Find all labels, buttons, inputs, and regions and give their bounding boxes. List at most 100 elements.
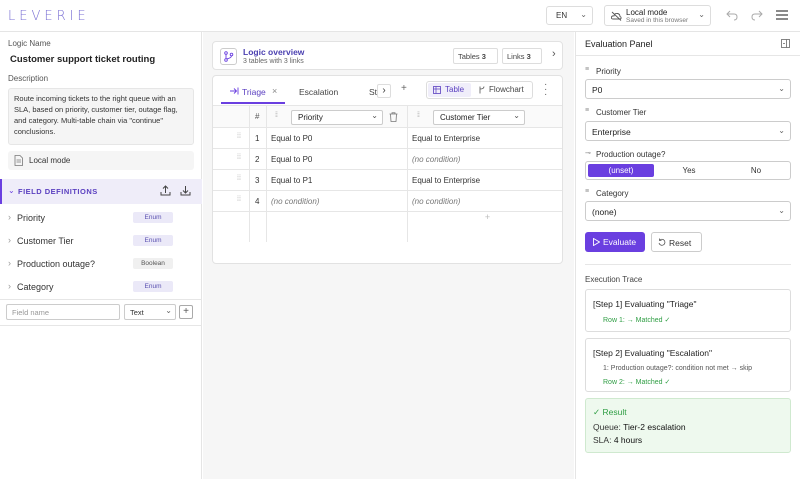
table-view-button[interactable]: Table <box>428 83 471 97</box>
cloud-off-icon <box>611 11 622 21</box>
reset-button[interactable]: Reset <box>651 232 702 252</box>
flowchart-view-button[interactable]: Flowchart <box>474 83 532 97</box>
customer-tier-label: Customer Tier <box>596 108 647 117</box>
tables-count: 3 <box>481 52 486 61</box>
chevron-down-icon: ⌄ <box>8 186 15 195</box>
outage-option-unset[interactable]: (unset) <box>588 164 654 177</box>
row-number: 3 <box>255 176 260 185</box>
tab-label: Triage <box>242 87 266 97</box>
priority-select[interactable]: P0 ⌄ <box>585 79 791 99</box>
tab-escalation[interactable]: Escalation <box>297 80 357 104</box>
production-outage-toggle: (unset) Yes No <box>585 161 791 180</box>
chevron-down-icon: ⌄ <box>165 306 172 315</box>
tab-scroll-right-button[interactable]: › <box>377 84 391 98</box>
category-select[interactable]: (none) ⌄ <box>585 201 791 221</box>
outage-option-no[interactable]: No <box>723 164 789 177</box>
add-field-button[interactable]: + <box>179 305 193 319</box>
drag-handle-icon[interactable]: ⁞⁞ <box>237 196 241 203</box>
local-mode-button[interactable]: Local mode Saved in this browser ⌄ <box>604 5 711 26</box>
table-view-label: Table <box>445 85 465 94</box>
add-row-button[interactable]: + <box>213 212 562 226</box>
outage-option-label: Yes <box>682 166 696 175</box>
new-field-placeholder: Field name <box>12 308 50 317</box>
drag-handle-icon[interactable]: ⁞⁞ <box>237 154 241 161</box>
customer-tier-condition[interactable]: (no condition) <box>412 155 460 164</box>
category-label: Category <box>596 189 629 198</box>
row-number-header: # <box>255 112 260 121</box>
step-skip-line: 1: Production outage?: condition not met… <box>603 365 753 372</box>
links-count-chip[interactable]: Links 3 <box>502 48 542 64</box>
priority-condition[interactable]: Equal to P1 <box>271 176 312 185</box>
chevron-down-icon: ⌄ <box>698 10 705 19</box>
field-row-category[interactable]: › Category Enum <box>0 275 202 298</box>
trash-icon[interactable] <box>389 112 398 122</box>
sla-value: 4 hours <box>613 435 643 445</box>
more-vertical-icon[interactable]: · · · <box>544 80 547 100</box>
branch-icon <box>478 86 486 94</box>
git-branch-icon <box>220 48 237 65</box>
divider <box>585 264 791 265</box>
customer-tier-select[interactable]: Enterprise ⌄ <box>585 121 791 141</box>
app-logo: LEVERIE <box>8 9 90 24</box>
mode-subtitle: Saved in this browser <box>626 17 689 24</box>
logic-overview-card: Logic overview 3 tables with 3 links Tab… <box>212 41 563 70</box>
customer-tier-condition[interactable]: (no condition) <box>412 197 460 206</box>
field-definitions-header[interactable]: ⌄ FIELD DEFINITIONS <box>0 179 202 204</box>
outage-option-yes[interactable]: Yes <box>656 164 722 177</box>
file-icon <box>14 155 23 166</box>
logic-name-input[interactable]: Customer support ticket routing <box>8 53 194 66</box>
field-row-production-outage[interactable]: › Production outage? Boolean <box>0 252 202 275</box>
language-select[interactable]: EN ⌄ <box>546 6 593 25</box>
field-name: Production outage? <box>17 259 96 269</box>
upload-icon[interactable] <box>160 185 171 196</box>
priority-condition[interactable]: (no condition) <box>271 197 319 206</box>
enter-icon <box>230 87 239 95</box>
row-number: 2 <box>255 155 260 164</box>
menu-icon[interactable] <box>776 10 788 20</box>
field-row-customer-tier[interactable]: › Customer Tier Enum <box>0 229 202 252</box>
table-row[interactable]: ⁞⁞ 4 (no condition) (no condition) <box>213 191 562 212</box>
table-row[interactable]: ⁞⁞ 2 Equal to P0 (no condition) <box>213 149 562 170</box>
field-definitions-title: FIELD DEFINITIONS <box>18 187 98 196</box>
drag-handle-icon[interactable]: ⁞⁞ <box>275 112 278 119</box>
links-label: Links <box>507 52 525 61</box>
logic-name-label: Logic Name <box>8 39 51 48</box>
drag-handle-icon[interactable]: ⁞⁞ <box>237 133 241 140</box>
customer-tier-column-select[interactable]: Customer Tier ⌄ <box>433 110 525 125</box>
tab-triage[interactable]: Triage × <box>221 80 285 104</box>
redo-icon[interactable] <box>751 9 763 21</box>
table-row[interactable]: ⁞⁞ 3 Equal to P1 Equal to Enterprise <box>213 170 562 191</box>
queue-label: Queue: <box>593 422 621 432</box>
chevron-down-icon: ⌄ <box>513 111 520 120</box>
step-match-line: Row 1: → Matched ✓ <box>603 317 671 324</box>
drag-handle-icon[interactable]: ⁞⁞ <box>417 112 420 119</box>
panel-toggle-icon[interactable] <box>781 39 790 48</box>
priority-condition[interactable]: Equal to P0 <box>271 134 312 143</box>
chevron-right-icon[interactable]: › <box>552 48 556 60</box>
chevron-down-icon: ⌄ <box>778 84 785 93</box>
field-row-priority[interactable]: › Priority Enum <box>0 206 202 229</box>
field-type-badge: Enum <box>133 235 173 246</box>
table-row[interactable]: ⁞⁞ 1 Equal to P0 Equal to Enterprise <box>213 128 562 149</box>
priority-condition[interactable]: Equal to P0 <box>271 155 312 164</box>
evaluation-panel-title: Evaluation Panel <box>585 39 653 49</box>
trace-step-2: [Step 2] Evaluating "Escalation" 1: Prod… <box>585 338 791 392</box>
description-textarea[interactable]: Route incoming tickets to the right queu… <box>8 88 194 145</box>
toggle-icon: ⊸ <box>585 150 591 157</box>
evaluate-button[interactable]: Evaluate <box>585 232 645 252</box>
customer-tier-condition[interactable]: Equal to Enterprise <box>412 134 480 143</box>
tables-count-chip[interactable]: Tables 3 <box>453 48 498 64</box>
priority-label: Priority <box>596 67 621 76</box>
new-field-type-select[interactable]: Text ⌄ <box>124 304 176 320</box>
queue-line: Queue: Tier-2 escalation <box>593 422 686 432</box>
drag-handle-icon[interactable]: ⁞⁞ <box>237 175 241 182</box>
close-icon[interactable]: × <box>272 86 277 96</box>
new-field-name-input[interactable]: Field name <box>6 304 120 320</box>
download-icon[interactable] <box>180 185 191 196</box>
result-title: ✓ Result <box>593 407 627 417</box>
priority-column-select[interactable]: Priority ⌄ <box>291 110 383 125</box>
divider <box>0 325 202 326</box>
customer-tier-condition[interactable]: Equal to Enterprise <box>412 176 480 185</box>
add-tab-icon[interactable]: + <box>401 83 407 94</box>
undo-icon[interactable] <box>726 9 738 21</box>
